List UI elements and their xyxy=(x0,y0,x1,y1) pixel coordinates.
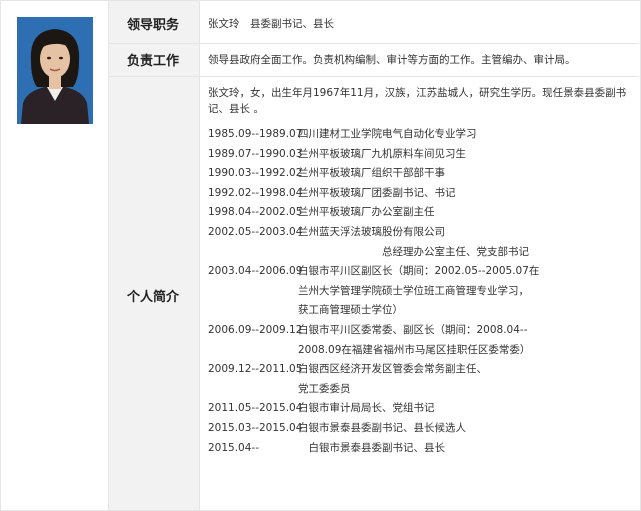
career-entry: 2009.12--2011.05 白银西区经济开发区管委会常务副主任、 xyxy=(208,360,633,380)
career-text: 白银市平川区委常委、副区长（期间：2008.04-- xyxy=(298,323,528,336)
career-date: 2009.12--2011.05 xyxy=(208,363,303,376)
career-entry: 2008.09在福建省福州市马尾区挂职任区委常委） xyxy=(208,341,633,361)
career-text: 四川建材工业学院电气自动化专业学习 xyxy=(298,128,477,140)
career-entry: 2003.04--2006.09 白银市平川区副区长（期间：2002.05--20… xyxy=(208,262,633,282)
row-divider xyxy=(108,43,639,44)
row-divider xyxy=(108,76,639,77)
career-text: 白银市审计局局长、党组书记 xyxy=(298,402,435,415)
career-entry: 2011.05--2015.04 白银市审计局局长、党组书记 xyxy=(208,399,633,419)
career-entry: 2015.03--2015.04 白银市景泰县委副书记、县长候选人 xyxy=(208,419,633,439)
duty-label: 负责工作 xyxy=(126,53,179,68)
career-text: 党工委委员 xyxy=(298,382,351,395)
career-date: 1992.02--1998.04 xyxy=(208,186,303,199)
career-entry: 1992.02--1998.04 兰州平板玻璃厂团委副书记、书记 xyxy=(208,184,633,204)
career-date: 2015.03--2015.04 xyxy=(208,421,303,434)
career-entry: 1985.09--1989.07 四川建材工业学院电气自动化专业学习 xyxy=(208,125,633,145)
career-entry: 2006.09--2009.12 白银市平川区委常委、副区长（期间：2008.04… xyxy=(208,321,633,341)
photo-cell xyxy=(1,1,109,510)
career-entry: 2015.04-- 白银市景泰县委副书记、县长 xyxy=(208,439,633,459)
career-text: 获工商管理硕士学位） xyxy=(298,304,403,317)
duty-value: 领导县政府全面工作。负责机构编制、审计等方面的工作。主管编办、审计局。 xyxy=(208,54,576,66)
career-date: 1998.04--2002.05 xyxy=(208,206,303,219)
label-column xyxy=(109,1,200,510)
portrait-illustration xyxy=(17,17,93,124)
career-text: 白银市景泰县委副书记、县长 xyxy=(298,441,445,454)
career-date xyxy=(208,301,298,321)
career-date: 2002.05--2003.04 xyxy=(208,225,303,238)
career-text: 兰州大学管理学院硕士学位班工商管理专业学习， xyxy=(298,284,529,297)
career-date: 2015.04-- xyxy=(208,441,259,454)
career-text: 总经理办公室主任、党支部书记 xyxy=(298,245,529,258)
career-entry: 总经理办公室主任、党支部书记 xyxy=(208,243,633,263)
position-value: 张文玲 县委副书记、县长 xyxy=(208,18,334,30)
career-text: 兰州平板玻璃厂办公室副主任 xyxy=(298,206,435,219)
career-date xyxy=(208,243,298,263)
career-date: 2006.09--2009.12 xyxy=(208,323,303,336)
career-entry: 1989.07--1990.03 兰州平板玻璃厂九机原料车间见习生 xyxy=(208,145,633,165)
career-date: 2003.04--2006.09 xyxy=(208,265,303,278)
career-text: 兰州蓝天浮法玻璃股份有限公司 xyxy=(298,225,445,238)
career-list: 1985.09--1989.07 四川建材工业学院电气自动化专业学习 1989.0… xyxy=(208,125,633,458)
career-text: 兰州平板玻璃厂九机原料车间见习生 xyxy=(298,147,466,160)
career-text: 2008.09在福建省福州市马尾区挂职任区委常委） xyxy=(298,343,531,356)
career-entry: 获工商管理硕士学位） xyxy=(208,301,633,321)
career-date xyxy=(208,341,298,361)
career-entry: 2002.05--2003.04 兰州蓝天浮法玻璃股份有限公司 xyxy=(208,223,633,243)
career-entry: 1990.03--1992.02 兰州平板玻璃厂组织干部部干事 xyxy=(208,164,633,184)
career-text: 白银市平川区副区长（期间：2002.05--2005.07在 xyxy=(298,265,540,278)
career-date xyxy=(208,282,298,302)
career-date: 2011.05--2015.04 xyxy=(208,402,303,415)
bio-intro: 张文玲，女，出生年月1967年11月，汉族，江苏盐城人，研究生学历。现任景泰县委… xyxy=(208,87,627,115)
career-text: 白银西区经济开发区管委会常务副主任、 xyxy=(298,363,487,376)
bio-label: 个人简介 xyxy=(126,289,179,304)
career-date: 1985.09--1989.07 xyxy=(208,128,303,140)
career-text: 兰州平板玻璃厂团委副书记、书记 xyxy=(298,186,456,199)
career-entry: 兰州大学管理学院硕士学位班工商管理专业学习， xyxy=(208,282,633,302)
career-date: 1990.03--1992.02 xyxy=(208,167,303,180)
career-text: 兰州平板玻璃厂组织干部部干事 xyxy=(298,167,445,180)
career-date: 1989.07--1990.03 xyxy=(208,147,303,160)
career-entry: 党工委委员 xyxy=(208,380,633,400)
portrait-photo xyxy=(17,17,93,124)
career-text: 白银市景泰县委副书记、县长候选人 xyxy=(298,421,466,434)
career-date xyxy=(208,380,298,400)
position-label: 领导职务 xyxy=(126,17,179,32)
career-entry: 1998.04--2002.05 兰州平板玻璃厂办公室副主任 xyxy=(208,203,633,223)
